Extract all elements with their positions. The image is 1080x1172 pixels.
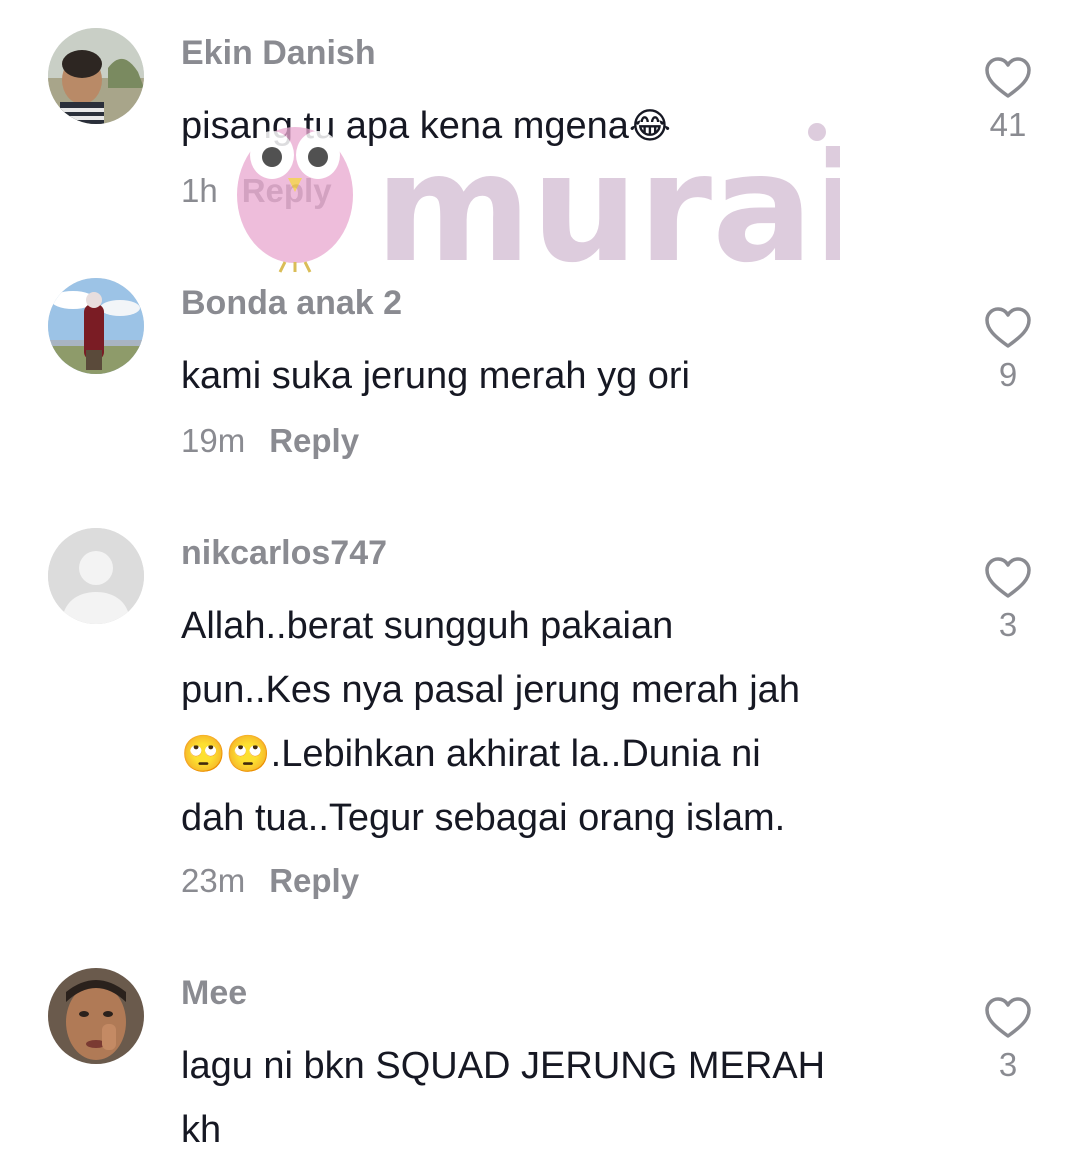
like-button[interactable]: 3 bbox=[968, 556, 1048, 644]
avatar[interactable] bbox=[48, 528, 144, 624]
comment-meta: 19m Reply bbox=[181, 422, 359, 460]
reply-button[interactable]: Reply bbox=[269, 422, 359, 459]
comments-list: Ekin Danish pisang tu apa kena mgena😂 1h… bbox=[0, 0, 1080, 1172]
default-user-avatar-icon bbox=[48, 528, 144, 624]
like-button[interactable]: 3 bbox=[968, 996, 1048, 1084]
timestamp: 23m bbox=[181, 862, 246, 899]
comment-text: lagu ni bkn SQUAD JERUNG MERAH kh bbox=[181, 1034, 921, 1162]
comment-text: kami suka jerung merah yg ori bbox=[181, 355, 690, 397]
username[interactable]: Bonda anak 2 bbox=[181, 284, 402, 323]
comment-text: Allah..berat sungguh pakaian pun..Kes ny… bbox=[181, 594, 921, 850]
like-count: 3 bbox=[998, 606, 1018, 643]
face-photo-avatar-icon bbox=[48, 968, 144, 1064]
username[interactable]: Ekin Danish bbox=[181, 34, 376, 73]
timestamp: 1h bbox=[181, 172, 218, 209]
eye-roll-emoji: 🙄🙄 bbox=[181, 733, 271, 774]
like-count: 9 bbox=[998, 356, 1018, 393]
comment-text-line-3: .Lebihkan akhirat la..Dunia ni bbox=[270, 733, 761, 775]
heart-icon bbox=[985, 997, 1031, 1038]
heart-icon bbox=[985, 57, 1031, 98]
comment-text-line: 🙄🙄.Lebihkan akhirat la..Dunia ni bbox=[181, 722, 921, 786]
like-count: 41 bbox=[989, 106, 1027, 143]
avatar[interactable] bbox=[48, 28, 144, 124]
landscape-photo-avatar-icon bbox=[48, 278, 144, 374]
avatar[interactable] bbox=[48, 968, 144, 1064]
username[interactable]: nikcarlos747 bbox=[181, 534, 387, 573]
like-count: 3 bbox=[998, 1046, 1018, 1083]
child-photo-avatar-icon bbox=[48, 28, 144, 124]
reply-button[interactable]: Reply bbox=[269, 862, 359, 899]
comment-meta: 23m Reply bbox=[181, 862, 359, 900]
username[interactable]: Mee bbox=[181, 974, 247, 1013]
comment-text-line: pun..Kes nya pasal jerung merah jah bbox=[181, 669, 800, 711]
timestamp: 19m bbox=[181, 422, 246, 459]
like-button[interactable]: 9 bbox=[968, 306, 1048, 394]
comment-text-line: lagu ni bkn SQUAD JERUNG MERAH bbox=[181, 1045, 826, 1087]
like-button[interactable]: 41 bbox=[968, 56, 1048, 144]
comment-text-line: Allah..berat sungguh pakaian bbox=[181, 605, 674, 647]
comment-text: pisang tu apa kena mgena😂 bbox=[181, 94, 921, 158]
heart-icon bbox=[985, 557, 1031, 598]
comment-meta: 1h Reply bbox=[181, 172, 332, 210]
comment-text-body: pisang tu apa kena mgena bbox=[181, 105, 629, 147]
comment-text-line: dah tua..Tegur sebagai orang islam. bbox=[181, 797, 786, 839]
avatar[interactable] bbox=[48, 278, 144, 374]
laughing-emoji: 😂 bbox=[628, 105, 671, 146]
heart-icon bbox=[985, 307, 1031, 348]
reply-button[interactable]: Reply bbox=[242, 172, 332, 209]
comment-text-line: kh bbox=[181, 1109, 222, 1151]
